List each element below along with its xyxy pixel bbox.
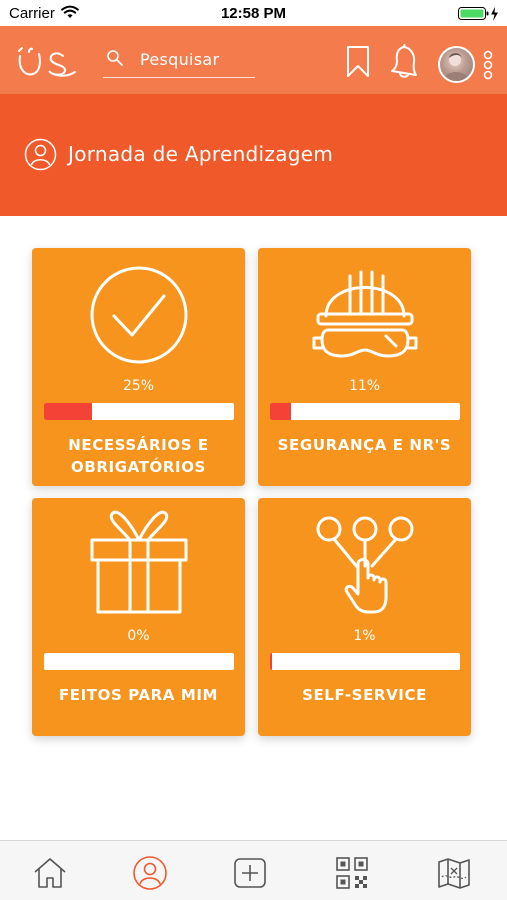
avatar[interactable]	[438, 46, 475, 83]
user-circle-icon	[24, 138, 57, 175]
card-label: FEITOS PARA MIM	[58, 686, 219, 704]
progress-bar	[270, 403, 460, 420]
profile-icon[interactable]	[132, 855, 168, 891]
search-icon	[105, 48, 125, 72]
progress-percent: 0%	[127, 628, 150, 644]
app-logo[interactable]	[16, 46, 78, 82]
more-options-icon[interactable]	[482, 50, 494, 86]
safety-gear-icon	[258, 248, 471, 376]
page-title: Jornada de Aprendizagem	[68, 142, 334, 166]
qr-code-icon[interactable]	[334, 855, 370, 891]
progress-bar	[44, 403, 234, 420]
card-label: SELF-SERVICE	[302, 686, 427, 704]
search-placeholder: Pesquisar	[140, 50, 220, 69]
progress-fill	[44, 403, 92, 420]
add-icon[interactable]	[232, 855, 268, 891]
touch-network-icon	[258, 498, 471, 626]
clock: 12:58 PM	[220, 5, 287, 22]
card-label: NECESSÁRIOS E OBRIGATÓRIOS	[68, 436, 209, 476]
progress-bar	[270, 653, 460, 670]
progress-bar	[44, 653, 234, 670]
notification-bell-icon[interactable]	[389, 44, 423, 84]
bookmark-icon[interactable]	[346, 45, 370, 83]
card-seguranca[interactable]: 11% SEGURANÇA E NR'S	[258, 248, 471, 486]
check-circle-icon	[32, 248, 245, 376]
section-header: Jornada de Aprendizagem	[0, 94, 507, 216]
progress-fill	[270, 403, 291, 420]
status-bar: Carrier 12:58 PM	[0, 0, 507, 26]
battery-icon	[458, 6, 500, 27]
card-label: SEGURANÇA E NR'S	[277, 436, 452, 454]
progress-fill	[270, 653, 272, 670]
search-bar[interactable]: Pesquisar	[103, 42, 255, 78]
progress-percent: 1%	[353, 628, 376, 644]
card-feitos-para-mim[interactable]: 0% FEITOS PARA MIM	[32, 498, 245, 736]
app-header: Pesquisar	[0, 26, 507, 94]
home-icon[interactable]	[32, 855, 68, 891]
card-self-service[interactable]: 1% SELF-SERVICE	[258, 498, 471, 736]
map-icon[interactable]	[436, 855, 472, 891]
bottom-tab-bar	[0, 840, 507, 900]
progress-percent: 25%	[122, 378, 155, 394]
gift-icon	[32, 498, 245, 626]
progress-percent: 11%	[348, 378, 381, 394]
card-necessarios[interactable]: 25% NECESSÁRIOS E OBRIGATÓRIOS	[32, 248, 245, 486]
